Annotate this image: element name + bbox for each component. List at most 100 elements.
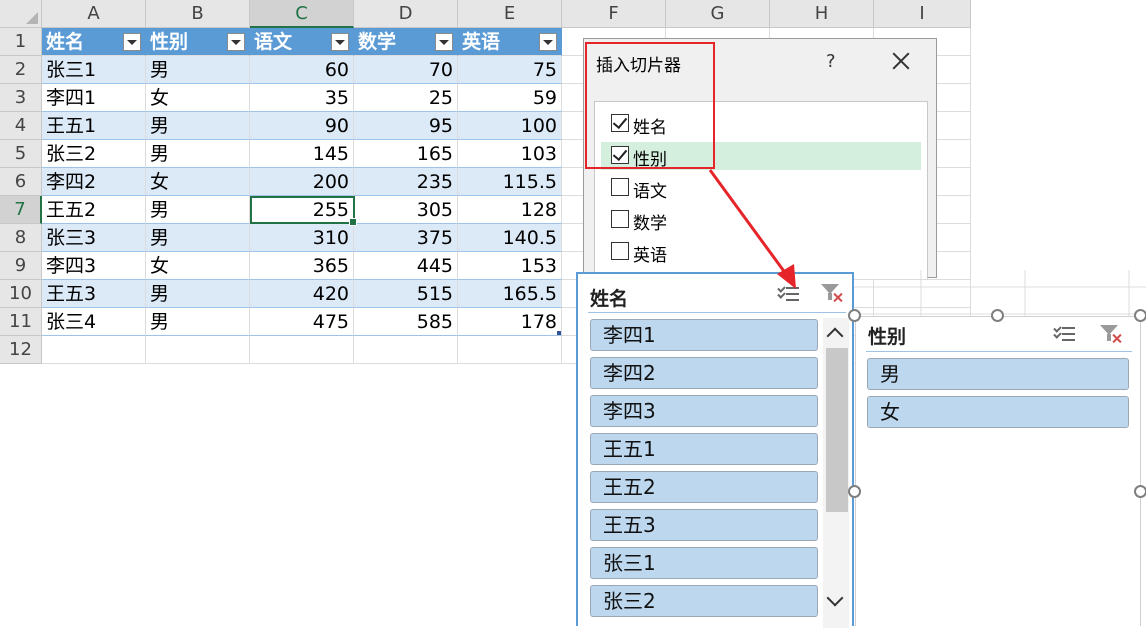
table-cell[interactable]: 90 (250, 112, 354, 140)
empty-cell[interactable] (458, 336, 562, 364)
table-cell[interactable]: 178 (458, 308, 562, 336)
empty-cell[interactable] (42, 336, 146, 364)
table-cell[interactable]: 男 (146, 308, 250, 336)
table-cell[interactable]: 王五1 (42, 112, 146, 140)
table-cell[interactable]: 153 (458, 252, 562, 280)
resize-handle-mid-right[interactable] (1134, 485, 1146, 498)
table-cell[interactable]: 365 (250, 252, 354, 280)
column-header-e[interactable]: E (458, 0, 562, 28)
row-header-8[interactable]: 8 (0, 224, 42, 252)
filter-dropdown-icon[interactable] (227, 33, 245, 51)
slicer-item[interactable]: 李四1 (590, 319, 818, 351)
table-cell[interactable]: 25 (354, 84, 458, 112)
table-cell[interactable]: 男 (146, 224, 250, 252)
slicer-item[interactable]: 王五2 (590, 471, 818, 503)
empty-cell[interactable] (146, 336, 250, 364)
table-cell[interactable]: 235 (354, 168, 458, 196)
slicer-name[interactable]: 姓名 李四1 李四2 李四3 王五1 王五2 王五3 张三1 张三2 (576, 272, 854, 628)
table-cell[interactable]: 35 (250, 84, 354, 112)
resize-handle-top-left[interactable] (848, 309, 861, 322)
table-cell[interactable]: 女 (146, 168, 250, 196)
table-header-cell[interactable]: 数学 (354, 28, 458, 56)
table-cell[interactable]: 200 (250, 168, 354, 196)
field-option[interactable]: 姓名 (601, 110, 921, 138)
checkbox[interactable] (611, 210, 629, 228)
table-cell[interactable]: 张三4 (42, 308, 146, 336)
table-cell[interactable]: 375 (354, 224, 458, 252)
table-cell[interactable]: 59 (458, 84, 562, 112)
table-cell[interactable]: 男 (146, 196, 250, 224)
table-cell[interactable]: 张三3 (42, 224, 146, 252)
table-cell[interactable]: 445 (354, 252, 458, 280)
row-header-1[interactable]: 1 (0, 28, 42, 56)
column-header-h[interactable]: H (770, 0, 874, 28)
table-cell[interactable]: 男 (146, 56, 250, 84)
table-cell[interactable]: 60 (250, 56, 354, 84)
row-header-11[interactable]: 11 (0, 308, 42, 336)
row-header-4[interactable]: 4 (0, 112, 42, 140)
table-cell[interactable]: 75 (458, 56, 562, 84)
row-header-3[interactable]: 3 (0, 84, 42, 112)
row-header-5[interactable]: 5 (0, 140, 42, 168)
row-header-9[interactable]: 9 (0, 252, 42, 280)
table-cell[interactable]: 305 (354, 196, 458, 224)
row-header-2[interactable]: 2 (0, 56, 42, 84)
row-header-10[interactable]: 10 (0, 280, 42, 308)
slicer-item[interactable]: 李四2 (590, 357, 818, 389)
filter-dropdown-icon[interactable] (435, 33, 453, 51)
table-cell[interactable]: 男 (146, 112, 250, 140)
empty-cell[interactable] (250, 336, 354, 364)
scrollbar-thumb[interactable] (826, 348, 848, 512)
column-header-c[interactable]: C (250, 0, 354, 28)
filter-dropdown-icon[interactable] (123, 33, 141, 51)
help-button[interactable]: ? (826, 51, 836, 72)
slicer-item[interactable]: 李四3 (590, 395, 818, 427)
resize-handle-mid-left[interactable] (848, 485, 861, 498)
select-all-corner[interactable] (0, 0, 42, 28)
table-cell[interactable]: 103 (458, 140, 562, 168)
slicer-item[interactable]: 女 (867, 396, 1129, 428)
table-cell[interactable]: 115.5 (458, 168, 562, 196)
table-cell[interactable]: 女 (146, 84, 250, 112)
slicer-item[interactable]: 张三2 (590, 585, 818, 617)
table-cell[interactable]: 100 (458, 112, 562, 140)
table-cell[interactable]: 95 (354, 112, 458, 140)
checkbox[interactable] (611, 146, 629, 164)
checkbox[interactable] (611, 242, 629, 260)
clear-filter-icon[interactable] (1100, 323, 1124, 345)
table-cell[interactable]: 王五3 (42, 280, 146, 308)
resize-handle-top-mid[interactable] (991, 309, 1004, 322)
column-header-i[interactable]: I (874, 0, 971, 28)
table-cell[interactable]: 李四1 (42, 84, 146, 112)
empty-cell[interactable] (354, 336, 458, 364)
slicer-item[interactable]: 男 (867, 358, 1129, 390)
field-option[interactable]: 性别 (601, 142, 921, 170)
column-header-a[interactable]: A (42, 0, 146, 28)
multi-select-icon[interactable] (777, 284, 800, 304)
slicer-item[interactable]: 王五3 (590, 509, 818, 541)
field-option[interactable]: 数学 (601, 206, 921, 234)
column-header-f[interactable]: F (562, 0, 666, 28)
table-cell[interactable]: 475 (250, 308, 354, 336)
table-cell[interactable]: 585 (354, 308, 458, 336)
row-header-12[interactable]: 12 (0, 336, 42, 364)
table-cell[interactable]: 420 (250, 280, 354, 308)
row-header-6[interactable]: 6 (0, 168, 42, 196)
table-resize-handle[interactable] (557, 331, 561, 335)
table-cell[interactable]: 李四2 (42, 168, 146, 196)
clear-filter-icon[interactable] (821, 282, 845, 304)
table-cell[interactable]: 70 (354, 56, 458, 84)
table-cell[interactable]: 165 (354, 140, 458, 168)
table-cell[interactable]: 515 (354, 280, 458, 308)
slicer-item[interactable]: 张三1 (590, 547, 818, 579)
table-header-cell[interactable]: 性别 (146, 28, 250, 56)
table-cell[interactable]: 140.5 (458, 224, 562, 252)
field-option[interactable]: 语文 (601, 174, 921, 202)
table-cell[interactable]: 男 (146, 280, 250, 308)
table-cell[interactable]: 李四3 (42, 252, 146, 280)
close-icon[interactable] (890, 50, 912, 72)
table-header-cell[interactable]: 语文 (250, 28, 354, 56)
column-header-g[interactable]: G (666, 0, 770, 28)
column-header-d[interactable]: D (354, 0, 458, 28)
table-cell[interactable]: 张三1 (42, 56, 146, 84)
